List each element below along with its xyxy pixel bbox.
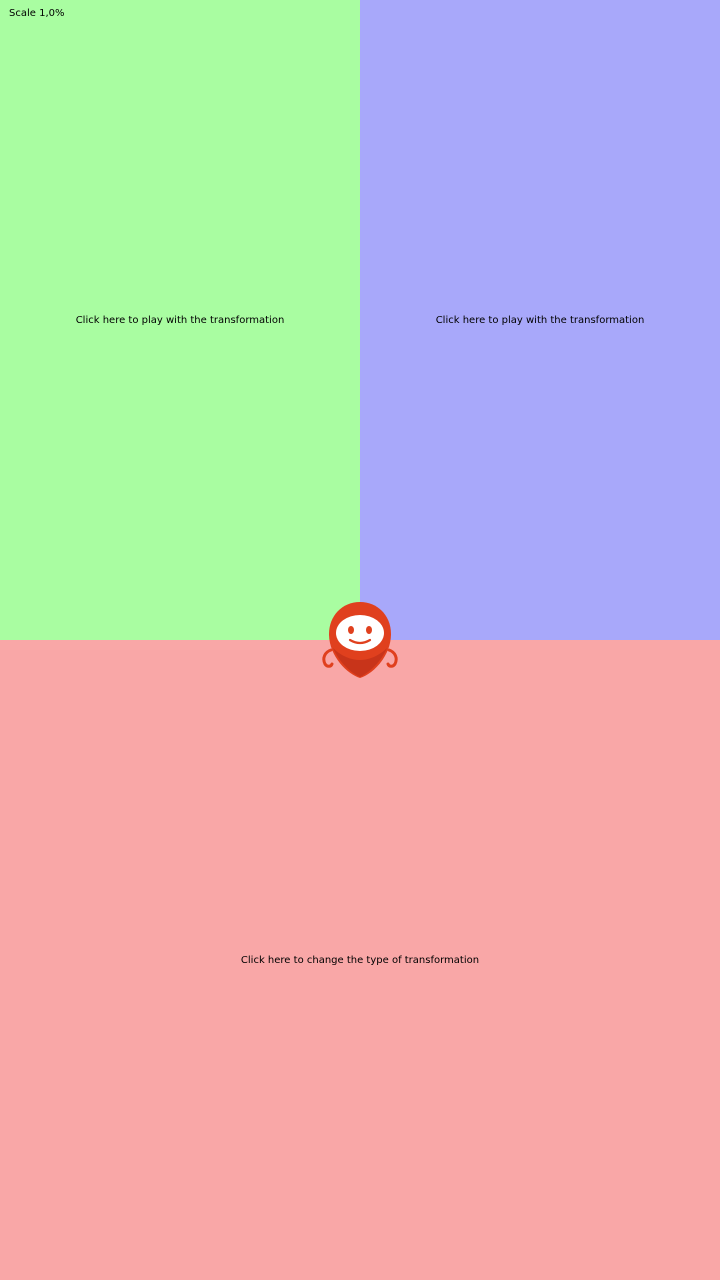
transformation-stage: Click here to play with the transformati… bbox=[0, 0, 720, 1280]
transform-play-label-right: Click here to play with the transformati… bbox=[435, 314, 645, 326]
change-transform-type-zone[interactable]: Click here to change the type of transfo… bbox=[0, 640, 720, 1280]
transform-play-zone-right[interactable]: Click here to play with the transformati… bbox=[360, 0, 720, 640]
transform-play-label-left: Click here to play with the transformati… bbox=[75, 314, 285, 326]
change-transform-type-label: Click here to change the type of transfo… bbox=[240, 954, 480, 966]
robot-mascot-icon bbox=[322, 602, 398, 678]
scale-readout: Scale 1,0% bbox=[9, 8, 65, 19]
transform-play-zone-left[interactable]: Click here to play with the transformati… bbox=[0, 0, 360, 640]
